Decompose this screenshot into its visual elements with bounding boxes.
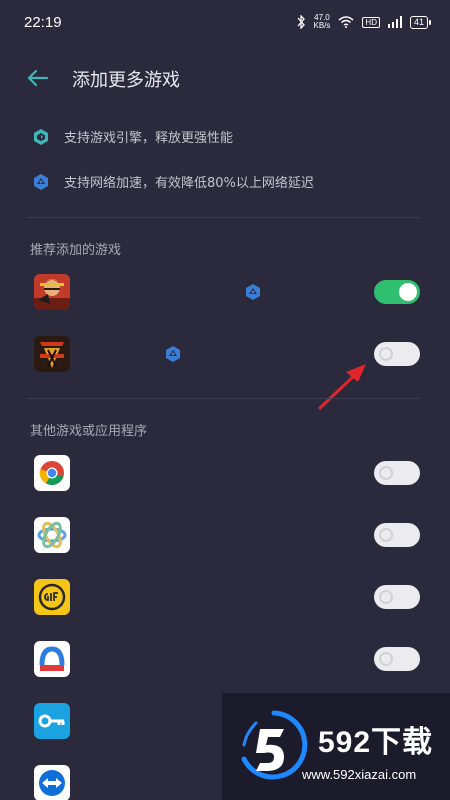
watermark: 592下载 www.592xiazai.com: [222, 693, 450, 800]
list-item-recommended-2: [0, 330, 450, 376]
header: 添加更多游戏: [0, 56, 450, 100]
teamviewer-icon: [34, 765, 70, 800]
store-app-icon: [34, 641, 70, 677]
wifi-icon: [338, 16, 354, 28]
section-others-label: 其他游戏或应用程序: [30, 424, 148, 439]
list-item-other-1: [0, 449, 450, 495]
net-speed: 47.0 KB/s: [314, 14, 331, 30]
battery-level: 41: [413, 17, 424, 27]
feature-network: 支持网络加速，有效降低80%以上网络延迟: [32, 172, 314, 191]
gif-app-icon: [34, 579, 70, 615]
back-arrow-icon[interactable]: [26, 66, 50, 90]
feature-engine: 支持游戏引擎，释放更强性能: [32, 127, 233, 146]
toggle-switch[interactable]: [374, 647, 420, 671]
feature-engine-text: 支持游戏引擎，释放更强性能: [64, 131, 234, 146]
annotation-arrow-icon: [318, 364, 366, 410]
one-piece-game-icon: [34, 274, 70, 310]
toggle-knob: [379, 347, 393, 361]
toggle-switch[interactable]: [374, 523, 420, 547]
status-time: 22:19: [24, 13, 62, 31]
list-item-recommended-1: [0, 268, 450, 314]
toggle-knob: [379, 652, 393, 666]
watermark-url: www.592xiazai.com: [302, 767, 417, 782]
network-boost-icon: [166, 346, 180, 362]
section-recommended-label: 推荐添加的游戏: [30, 243, 122, 258]
toggle-knob: [399, 283, 417, 301]
toggle-knob: [379, 590, 393, 604]
battery-icon: 41: [409, 15, 432, 29]
key-app-icon: [34, 703, 70, 739]
feature-network-text: 支持网络加速，有效降低80%以上网络延迟: [64, 176, 314, 191]
toggle-switch[interactable]: [374, 585, 420, 609]
list-item-other-4: [0, 635, 450, 681]
hd-badge: HD: [362, 16, 380, 28]
toggle-switch[interactable]: [374, 280, 420, 304]
toggle-knob: [379, 528, 393, 542]
engine-icon: [34, 128, 48, 145]
list-item-other-3: [0, 573, 450, 619]
toggle-knob: [379, 466, 393, 480]
bluetooth-icon: [297, 15, 305, 29]
divider: [26, 398, 420, 399]
list-item-other-2: [0, 511, 450, 557]
sanguosha-game-icon: [34, 336, 70, 372]
status-bar: 22:19 47.0 KB/s HD 41: [0, 0, 450, 44]
page-title: 添加更多游戏: [72, 70, 180, 91]
network-boost-icon: [34, 173, 48, 190]
divider: [26, 217, 420, 218]
net-speed-unit: KB/s: [313, 21, 331, 30]
network-boost-icon: [246, 284, 260, 300]
watermark-brand: 592下载: [318, 726, 434, 759]
signal-icon: [387, 16, 402, 28]
photo-app-icon: [34, 517, 70, 553]
status-icons: 47.0 KB/s HD 41: [296, 14, 432, 30]
toggle-switch[interactable]: [374, 461, 420, 485]
chrome-icon: [34, 455, 70, 491]
toggle-switch[interactable]: [374, 342, 420, 366]
